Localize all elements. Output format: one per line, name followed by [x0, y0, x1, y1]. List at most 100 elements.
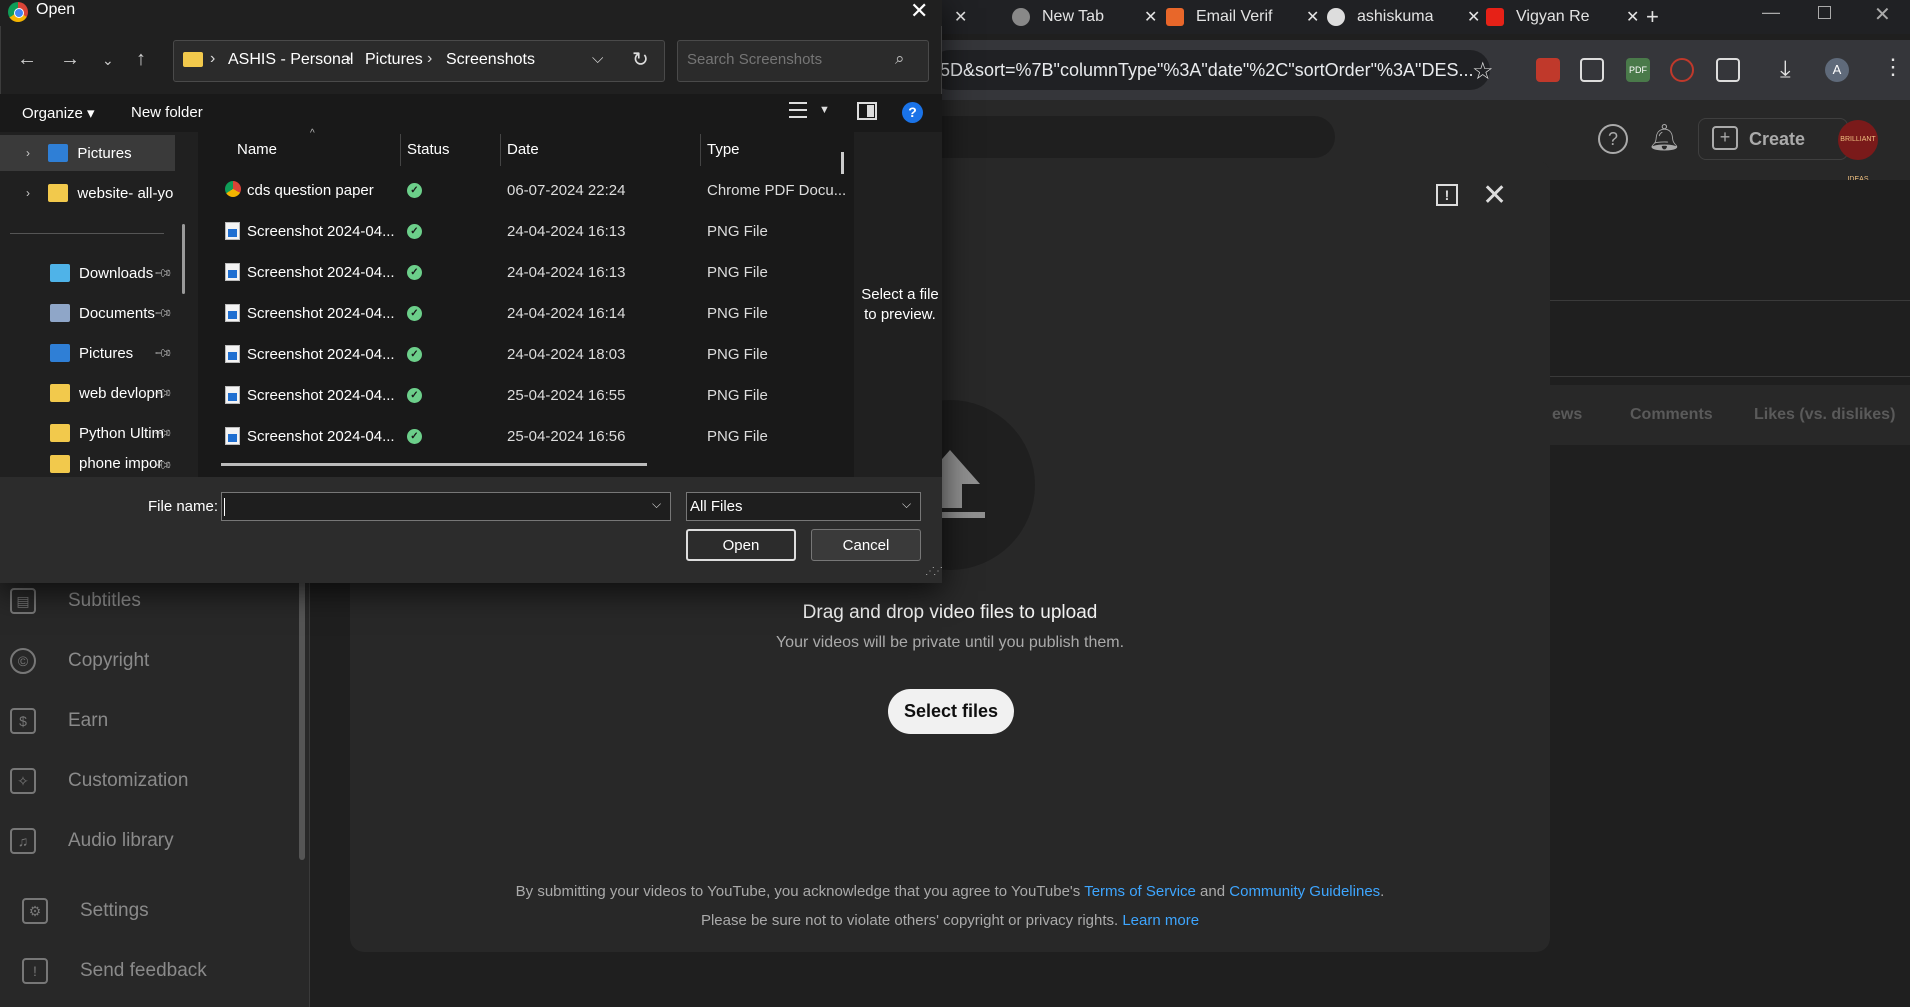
studio-search-box[interactable] [940, 116, 1335, 158]
report-feedback-icon[interactable]: ! [1436, 184, 1458, 206]
sidebar-item-customization[interactable]: ✧ Customization [0, 751, 300, 811]
chevron-down-icon[interactable]: ⌵ [902, 497, 911, 512]
tab-close-icon[interactable]: ✕ [1626, 7, 1639, 27]
expand-chevron-icon[interactable]: › [26, 186, 38, 200]
column-likes[interactable]: Likes (vs. dislikes) [1754, 406, 1895, 424]
file-row[interactable]: Screenshot 2024-04... ✓ 24-04-2024 18:03 PN… [213, 335, 839, 376]
open-button[interactable]: Open [686, 529, 796, 561]
nav-item-documents[interactable]: Documents [0, 295, 175, 331]
file-list-vertical-scrollbar[interactable] [841, 152, 844, 174]
restore-icon[interactable] [1818, 6, 1831, 19]
breadcrumb-ashis-personal[interactable]: ASHIS - Personal [228, 51, 353, 69]
extension-icon[interactable] [1536, 58, 1560, 82]
chrome-menu-icon[interactable]: ⋮ [1882, 54, 1904, 80]
recent-locations-chevron-icon[interactable]: ⌄ [102, 52, 114, 69]
file-row[interactable]: Screenshot 2024-04... ✓ 24-04-2024 16:13 PN… [213, 253, 839, 294]
refresh-icon[interactable]: ↻ [632, 47, 649, 72]
sidebar-item-copyright[interactable]: © Copyright [0, 631, 300, 691]
extensions-puzzle-icon[interactable] [1716, 58, 1740, 82]
back-arrow-icon[interactable]: ← [17, 48, 37, 71]
download-icon[interactable]: ⤓ [1780, 56, 1791, 84]
nav-item-pictures[interactable]: › Pictures [0, 135, 175, 171]
search-input[interactable] [687, 51, 887, 68]
new-tab-button[interactable]: + [1646, 4, 1659, 30]
select-files-button[interactable]: Select files [888, 689, 1014, 734]
column-header-type[interactable]: Type [707, 141, 740, 158]
cancel-button[interactable]: Cancel [811, 529, 921, 561]
folder-icon [183, 52, 203, 67]
tab-close-icon[interactable]: ✕ [1306, 7, 1319, 27]
minimize-icon[interactable]: — [1762, 2, 1780, 23]
close-icon[interactable]: ✕ [1482, 178, 1507, 213]
file-row[interactable]: Screenshot 2024-04... ✓ 24-04-2024 16:13 PN… [213, 212, 839, 253]
notifications-bell-icon[interactable]: 🔔︎ [1648, 122, 1681, 153]
tab-close-icon[interactable]: ✕ [1144, 7, 1157, 27]
tab-close-icon[interactable]: ✕ [1467, 7, 1480, 27]
column-divider[interactable] [700, 134, 701, 166]
help-icon[interactable]: ? [1598, 124, 1628, 154]
record-extension-icon[interactable] [1670, 58, 1694, 82]
window-close-icon[interactable]: ✕ [1874, 2, 1891, 27]
chevron-right-icon: › [210, 50, 216, 67]
resize-grip-icon[interactable]: ⋰⋰ [925, 566, 943, 577]
column-views[interactable]: ews [1552, 406, 1582, 424]
file-list-horizontal-scrollbar[interactable] [221, 463, 647, 466]
column-header-name[interactable]: Name [237, 141, 277, 158]
help-icon[interactable]: ? [902, 102, 923, 123]
breadcrumb-screenshots[interactable]: Screenshots [446, 51, 535, 69]
sidebar-item-settings[interactable]: ⚙ Settings [12, 881, 312, 941]
dialog-close-icon[interactable]: ✕ [910, 0, 928, 24]
column-divider[interactable] [400, 134, 401, 166]
view-options-dropdown-icon[interactable]: ▼ [819, 104, 830, 116]
chevron-down-icon[interactable]: ⌵ [652, 497, 661, 512]
community-guidelines-link[interactable]: Community Guidelines [1229, 883, 1380, 900]
nav-item-python-ultim[interactable]: Python Ultim [0, 415, 175, 451]
pdf-extension-icon[interactable]: PDF [1626, 58, 1650, 82]
file-row[interactable]: cds question paper ✓ 06-07-2024 22:24 Chrom… [213, 171, 846, 212]
nav-item-web-devlopn[interactable]: web devlopn [0, 375, 175, 411]
column-header-status[interactable]: Status [407, 141, 450, 158]
preview-pane-icon[interactable] [857, 102, 877, 120]
terms-of-service-link[interactable]: Terms of Service [1084, 883, 1196, 900]
breadcrumb-pictures[interactable]: Pictures [365, 51, 423, 69]
nav-scrollbar[interactable] [182, 224, 185, 294]
learn-more-link[interactable]: Learn more [1122, 912, 1199, 929]
column-comments[interactable]: Comments [1630, 406, 1713, 424]
address-dropdown-icon[interactable]: ⌵ [592, 50, 603, 67]
file-row[interactable]: Screenshot 2024-04... ✓ 24-04-2024 16:14 PN… [213, 294, 839, 335]
column-header-date[interactable]: Date [507, 141, 539, 158]
organize-button[interactable]: Organize ▾ [22, 104, 95, 122]
browser-tab[interactable]: Vigyan Re ✕ [1486, 4, 1639, 30]
sidebar-item-send-feedback[interactable]: ! Send feedback [12, 941, 312, 1001]
copyright-icon: © [10, 648, 36, 674]
nav-item-downloads[interactable]: Downloads [0, 255, 175, 291]
nav-item-pictures[interactable]: Pictures [0, 335, 175, 371]
browser-tab[interactable]: Email Verif ✕ [1166, 4, 1319, 30]
documents-icon [50, 304, 70, 322]
channel-avatar[interactable]: BRILLIANT IDEAS [1838, 120, 1878, 183]
expand-chevron-icon[interactable]: › [26, 146, 38, 160]
nav-item-phone-impor[interactable]: phone impor [0, 455, 175, 477]
file-row[interactable]: Screenshot 2024-04... ✓ 25-04-2024 16:56 PN… [213, 417, 839, 458]
sync-status-check-icon: ✓ [407, 183, 422, 198]
search-icon[interactable]: ⌕ [895, 49, 905, 69]
change-view-icon[interactable] [789, 102, 807, 118]
sidebar-item-earn[interactable]: $ Earn [0, 691, 300, 751]
column-divider[interactable] [500, 134, 501, 166]
file-row[interactable]: Screenshot 2024-04... ✓ 25-04-2024 16:55 PN… [213, 376, 839, 417]
new-folder-button[interactable]: New folder [131, 104, 203, 121]
sidebar-item-audio-library[interactable]: ♫ Audio library [0, 811, 300, 871]
forward-arrow-icon[interactable]: → [60, 48, 80, 71]
pictures-icon [48, 144, 69, 162]
profile-avatar[interactable]: A [1825, 58, 1849, 82]
picture-in-picture-icon[interactable] [1580, 58, 1604, 82]
subtitles-icon: ▤ [10, 588, 36, 614]
browser-tab[interactable]: New Tab ✕ [1012, 4, 1157, 30]
bookmark-star-icon[interactable]: ☆ [1472, 57, 1494, 86]
file-name-input[interactable] [226, 497, 636, 514]
nav-item-website-all-yo[interactable]: › website- all-yo [0, 175, 175, 211]
browser-tab[interactable]: ashiskuma ✕ [1327, 4, 1480, 30]
dialog-titlebar[interactable] [0, 0, 942, 26]
tab-close-icon[interactable]: ✕ [954, 7, 967, 27]
up-arrow-icon[interactable]: ↑ [136, 48, 146, 71]
